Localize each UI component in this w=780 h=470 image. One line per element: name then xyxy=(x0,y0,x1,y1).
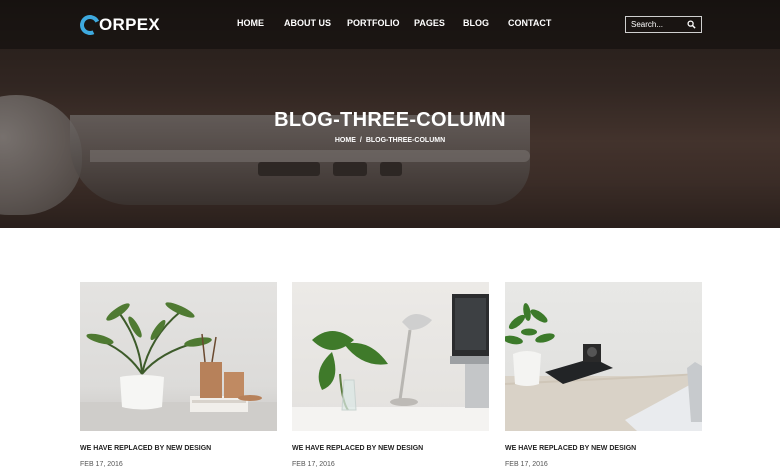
post-date: FEB 17, 2016 xyxy=(505,461,548,468)
nav-item-about-us[interactable]: ABOUT US xyxy=(284,18,331,28)
search-input[interactable] xyxy=(626,17,686,32)
post-image[interactable] xyxy=(505,282,702,431)
post-title-link[interactable]: WE HAVE REPLACED BY NEW DESIGN xyxy=(80,445,211,452)
post-title-link[interactable]: WE HAVE REPLACED BY NEW DESIGN xyxy=(505,445,636,452)
top-navbar: ORPEX HOME ABOUT US PORTFOLIO PAGES BLOG… xyxy=(0,0,780,49)
blog-post-card: WE HAVE REPLACED BY NEW DESIGN FEB 17, 2… xyxy=(292,282,489,468)
logo-text: ORPEX xyxy=(99,15,161,34)
breadcrumb-home-link[interactable]: HOME xyxy=(335,137,356,144)
site-logo[interactable]: ORPEX xyxy=(77,12,161,38)
blog-post-card: WE HAVE REPLACED BY NEW DESIGN FEB 17, 2… xyxy=(80,282,277,468)
search-box xyxy=(625,16,702,33)
post-image-art xyxy=(505,303,702,431)
post-image[interactable] xyxy=(292,282,489,431)
search-icon[interactable] xyxy=(687,20,696,29)
page-title: BLOG-THREE-COLUMN xyxy=(274,109,506,131)
post-date: FEB 17, 2016 xyxy=(292,461,335,468)
nav-item-home[interactable]: HOME xyxy=(237,18,264,28)
post-date: FEB 17, 2016 xyxy=(80,461,123,468)
post-image[interactable] xyxy=(80,282,277,431)
post-title-link[interactable]: WE HAVE REPLACED BY NEW DESIGN xyxy=(292,445,423,452)
nav-item-contact[interactable]: CONTACT xyxy=(508,18,551,28)
nav-item-portfolio[interactable]: PORTFOLIO xyxy=(347,18,400,28)
post-image-art xyxy=(80,302,277,431)
post-image-art xyxy=(292,294,489,431)
breadcrumb: HOME / BLOG-THREE-COLUMN xyxy=(0,137,780,144)
nav-item-pages[interactable]: PAGES xyxy=(414,18,445,28)
breadcrumb-separator: / xyxy=(359,137,362,144)
blog-post-card: WE HAVE REPLACED BY NEW DESIGN FEB 17, 2… xyxy=(505,282,702,468)
nav-item-blog[interactable]: BLOG xyxy=(463,18,489,28)
breadcrumb-current: BLOG-THREE-COLUMN xyxy=(365,137,446,144)
